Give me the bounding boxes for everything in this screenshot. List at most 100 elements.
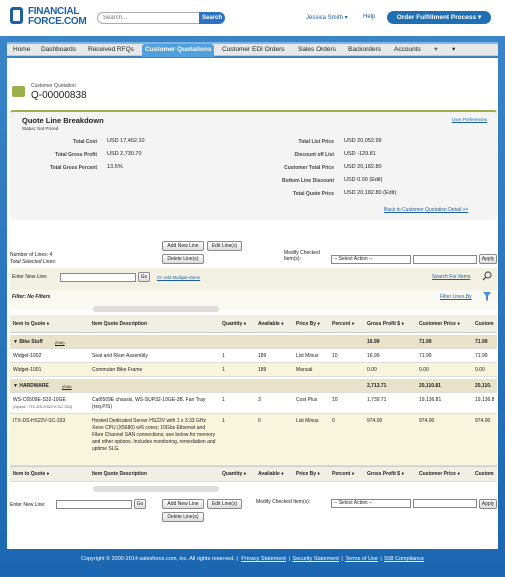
total-quote-price-value[interactable]: USD 20,182.80 (Edit) — [344, 190, 396, 196]
row-custom: 974.00 — [475, 418, 491, 424]
new-line-input-bottom[interactable] — [56, 500, 132, 509]
col-available-footer[interactable]: Available ♦ — [258, 471, 284, 477]
privacy-link[interactable]: Privacy Statement — [240, 556, 287, 562]
edit-lines-button-bottom[interactable]: Edit Line(s) — [207, 499, 242, 509]
tab-dashboards[interactable]: Dashboards — [38, 44, 79, 57]
col-customer-price-footer[interactable]: Customer Price ♦ — [419, 471, 460, 477]
page-footer: Copyright © 2000-2014 salesforce.com, in… — [80, 556, 425, 562]
tab-more-icon[interactable]: ▾ — [449, 44, 458, 57]
tab-sales-orders[interactable]: Sales Orders — [295, 44, 339, 57]
filter-funnel-icon[interactable] — [483, 292, 491, 301]
group-name[interactable]: ▼ HARDWARE — [13, 383, 49, 389]
row-price-by: Cost Plus — [296, 397, 318, 403]
modify-checked-label-bottom: Modify Checked Item(s): — [256, 499, 311, 505]
go-button[interactable]: Go — [138, 272, 150, 282]
add-new-line-button-bottom[interactable]: Add New Line — [162, 499, 204, 509]
tab-customer-quotations[interactable]: Customer Quotations — [142, 44, 215, 57]
row-item: WS-C6509E-S32-10GE — [13, 397, 66, 403]
edit-lines-button[interactable]: Edit Line(s) — [207, 241, 242, 251]
col-quantity-footer[interactable]: Quantity ♦ — [222, 471, 246, 477]
record-type-label: Customer Quotation — [31, 83, 76, 89]
col-gross-profit-footer[interactable]: Gross Profit $ ♦ — [367, 471, 404, 477]
row-gross: 1,739.71 — [367, 397, 387, 403]
action-input-bottom[interactable] — [413, 499, 477, 508]
row-custom: 71.99 — [475, 353, 488, 359]
enter-new-line-label-bottom: Enter New Line: — [10, 502, 46, 508]
total-gross-percent-label: Total Gross Percent — [49, 165, 97, 171]
apply-button-bottom[interactable]: Apply — [479, 499, 497, 509]
col-item-footer[interactable]: Item to Quote ♦ — [13, 471, 49, 477]
tab-accounts[interactable]: Accounts — [391, 44, 424, 57]
row-description: Cat6509E chassis, WS-SUP32-10GE-3B, Fan … — [92, 397, 206, 410]
col-gross-profit-header[interactable]: Gross Profit $ ♦ — [367, 321, 404, 327]
tab-customer-edi-orders[interactable]: Customer EDI Orders — [219, 44, 288, 57]
search-items-link[interactable]: Search For Items — [432, 274, 470, 280]
col-customer-price-header[interactable]: Customer Price ♦ — [419, 321, 460, 327]
col-percent-header[interactable]: Percent ♦ — [332, 321, 354, 327]
row-custom: 19,136.8 — [475, 397, 495, 403]
search-input[interactable] — [97, 12, 201, 24]
breakdown-title: Quote Line Breakdown — [22, 116, 104, 125]
col-percent-footer[interactable]: Percent ♦ — [332, 471, 354, 477]
tab-received-rfqs[interactable]: Received RFQs — [85, 44, 137, 57]
group-edit-link[interactable]: (Edit) — [62, 384, 72, 389]
row-description: Seat and Riser Assembly — [92, 353, 148, 359]
total-gross-percent-value: 13.5% — [107, 164, 123, 170]
go-button-bottom[interactable]: Go — [134, 499, 146, 509]
col-price-by-footer[interactable]: Price By ♦ — [296, 471, 320, 477]
row-custom: 0.00 — [475, 367, 485, 373]
col-description-header: Item Quote Description — [92, 321, 148, 327]
back-to-detail-link[interactable]: Back to Customer Quotation Detail >> — [384, 207, 468, 213]
add-multiple-link[interactable]: Or Add Multiple Items — [157, 275, 200, 280]
apply-button[interactable]: Apply — [479, 254, 497, 264]
col-item-header[interactable]: Item to Quote ♦ — [13, 321, 49, 327]
app-switcher[interactable]: Order Fulfillment Process ▾ — [387, 11, 491, 24]
col-available-header[interactable]: Available ♦ — [258, 321, 284, 327]
row-available: 3 — [258, 397, 261, 403]
bottom-line-discount-label: Bottom Line Discount — [282, 178, 334, 184]
row-available: 189 — [258, 353, 267, 359]
row-gross: 16.99 — [367, 353, 380, 359]
group-gross: 16.99 — [367, 339, 380, 345]
group-name[interactable]: ▼ Bike Stuff — [13, 339, 43, 345]
delete-lines-button[interactable]: Delete Line(s) — [162, 254, 204, 264]
filter-lines-link[interactable]: Filter Lines By — [440, 294, 472, 300]
compliance-link[interactable]: 508 Compliance — [383, 556, 425, 562]
group-edit-link[interactable]: (Edit) — [55, 340, 65, 345]
add-new-line-button[interactable]: Add New Line — [162, 241, 204, 251]
row-description: Commuter Bike Frame — [92, 367, 143, 373]
group-custom: 20,110. — [475, 383, 492, 389]
discount-off-list-label: Discount off List — [294, 152, 334, 158]
search-button[interactable]: Search — [199, 12, 225, 24]
help-link[interactable]: Help — [363, 14, 375, 20]
tab-backorders[interactable]: Backorders — [345, 44, 384, 57]
app-logo[interactable]: FINANCIAL FORCE.COM — [10, 5, 90, 27]
new-line-input[interactable] — [60, 273, 136, 282]
user-preferences-link[interactable]: User Preferences — [452, 117, 487, 122]
row-quantity: 1 — [222, 397, 225, 403]
bottom-line-discount-value[interactable]: USD 0.00 (Edit) — [344, 177, 383, 183]
action-input[interactable] — [413, 255, 477, 264]
row-item: Widget-1002 — [13, 353, 42, 359]
col-description-footer: Item Quote Description — [92, 471, 148, 477]
security-link[interactable]: Security Statement — [291, 556, 339, 562]
action-select[interactable]: -- Select Action -- — [331, 255, 411, 264]
row-quantity: 1 — [222, 367, 225, 373]
horizontal-scrollbar-bottom[interactable] — [93, 486, 219, 492]
tab-add-icon[interactable]: + — [431, 44, 441, 57]
total-list-price-label: Total List Price — [298, 139, 334, 145]
tab-home[interactable]: Home — [10, 44, 33, 57]
action-select-bottom[interactable]: -- Select Action -- — [331, 499, 411, 508]
row-description: Hosted Dedicated Server HS22V with 1 x 3… — [92, 418, 216, 452]
logo-mark-icon — [10, 7, 23, 24]
delete-lines-button-bottom[interactable]: Delete Line(s) — [162, 512, 204, 522]
col-price-by-header[interactable]: Price By ♦ — [296, 321, 320, 327]
col-quantity-header[interactable]: Quantity ♦ — [222, 321, 246, 327]
row-percent: 10 — [332, 397, 338, 403]
horizontal-scrollbar[interactable] — [93, 306, 219, 312]
row-price-by: Manual — [296, 367, 313, 373]
magnifier-icon[interactable] — [482, 271, 492, 281]
logo-line2: FORCE.COM — [28, 16, 87, 27]
user-menu[interactable]: Jessica Smith ▾ — [306, 14, 348, 21]
terms-link[interactable]: Terms of Use — [344, 556, 378, 562]
